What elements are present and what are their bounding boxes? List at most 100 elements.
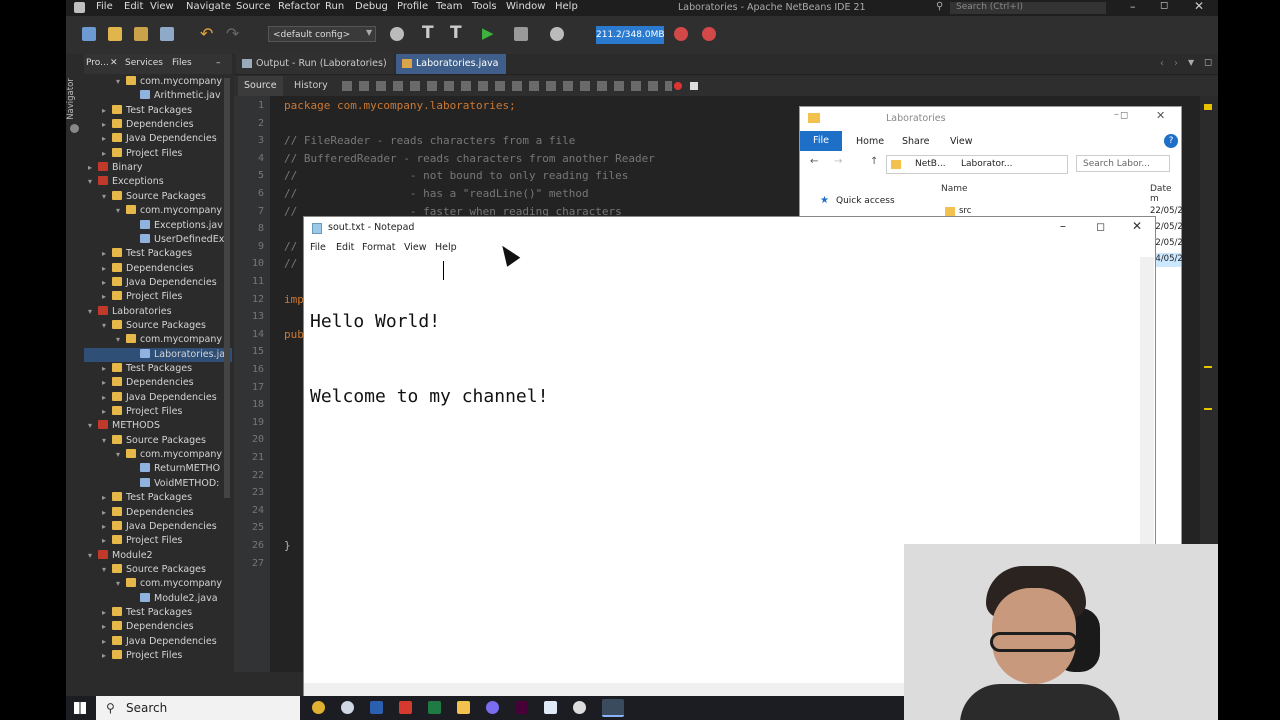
tree-item[interactable]: ▸ Test Packages <box>102 362 192 376</box>
expand-toggle-icon[interactable]: ▸ <box>102 104 112 118</box>
save-all-icon[interactable] <box>160 27 174 41</box>
menu-source[interactable]: Source <box>236 1 270 12</box>
up-arrow-icon[interactable]: ↑ <box>870 156 878 167</box>
navigator-icon[interactable] <box>70 124 79 133</box>
obs-icon[interactable] <box>573 701 586 714</box>
tree-scrollbar[interactable] <box>224 78 230 498</box>
clean-build-icon[interactable]: T <box>450 23 462 43</box>
notepad-menu-edit[interactable]: Edit <box>336 242 354 253</box>
tree-item[interactable]: ▾ Source Packages <box>102 563 206 577</box>
tree-item[interactable]: ▸ Project Files <box>102 290 182 304</box>
tree-item[interactable]: ReturnMETHO <box>130 462 220 476</box>
gc-icon-2[interactable] <box>702 27 716 41</box>
expand-toggle-icon[interactable]: ▸ <box>102 635 112 649</box>
tree-item[interactable]: ▸ Test Packages <box>102 247 192 261</box>
tree-item[interactable]: ▸ Test Packages <box>102 491 192 505</box>
expand-toggle-icon[interactable]: ▾ <box>116 333 126 347</box>
tree-item[interactable]: UserDefinedEx <box>130 233 224 247</box>
gc-icon[interactable] <box>674 27 688 41</box>
new-file-icon[interactable] <box>82 27 96 41</box>
expand-toggle-icon[interactable]: ▾ <box>102 434 112 448</box>
tree-item[interactable]: ▸ Dependencies <box>102 262 194 276</box>
notepad-taskbar-icon[interactable] <box>602 699 624 717</box>
notepad-menu-help[interactable]: Help <box>435 242 457 253</box>
tree-item[interactable]: ▸ Project Files <box>102 147 182 161</box>
tree-item[interactable]: ▾ com.mycompany <box>116 75 222 89</box>
tree-item[interactable]: ▸ Dependencies <box>102 620 194 634</box>
menu-profile[interactable]: Profile <box>397 1 428 12</box>
expand-toggle-icon[interactable]: ▸ <box>102 290 112 304</box>
ide-search-input[interactable]: Search (Ctrl+I) <box>950 2 1106 14</box>
memory-indicator[interactable]: 211.2/348.0MB <box>596 26 665 44</box>
tree-item[interactable]: Module2.java <box>130 592 218 606</box>
tab-scroll-right-icon[interactable]: › <box>1174 58 1178 69</box>
expand-toggle-icon[interactable]: ▸ <box>102 391 112 405</box>
ribbon-file-tab[interactable]: File <box>800 131 842 151</box>
expand-toggle-icon[interactable]: ▸ <box>102 247 112 261</box>
ribbon-share-tab[interactable]: Share <box>902 136 929 147</box>
menu-view[interactable]: View <box>150 1 174 12</box>
explorer-close-button[interactable]: ✕ <box>1156 109 1165 122</box>
expand-toggle-icon[interactable]: ▾ <box>116 204 126 218</box>
menu-tools[interactable]: Tools <box>472 1 497 12</box>
notepad-minimize-button[interactable]: – <box>1060 219 1066 233</box>
tree-item[interactable]: ▾ com.mycompany <box>116 448 222 462</box>
minimize-panel-icon[interactable]: – <box>216 58 221 68</box>
ribbon-view-tab[interactable]: View <box>950 136 973 147</box>
tree-item[interactable]: ▸ Project Files <box>102 534 182 548</box>
maximize-editor-icon[interactable]: ◻ <box>1204 57 1212 68</box>
tab-projects-close-icon[interactable]: ✕ <box>110 58 118 68</box>
maximize-button[interactable]: ◻ <box>1160 0 1168 11</box>
tree-item[interactable]: ▾ Source Packages <box>102 434 206 448</box>
menu-file[interactable]: File <box>96 1 113 12</box>
tree-item[interactable]: ▾ Exceptions <box>88 175 164 189</box>
tree-item[interactable]: ▾ com.mycompany <box>116 577 222 591</box>
debug-icon[interactable] <box>514 27 528 41</box>
messenger-icon[interactable] <box>486 701 499 714</box>
menu-window[interactable]: Window <box>506 1 545 12</box>
tab-output[interactable]: Output - Run (Laboratories) ✕ <box>236 54 394 89</box>
new-project-icon[interactable] <box>108 27 122 41</box>
notepad-close-button[interactable]: ✕ <box>1132 219 1142 233</box>
expand-toggle-icon[interactable]: ▾ <box>116 577 126 591</box>
tree-item[interactable]: Arithmetic.jav <box>130 89 221 103</box>
close-button[interactable]: ✕ <box>1194 0 1204 13</box>
tab-projects[interactable]: Pro... <box>86 58 109 68</box>
expand-toggle-icon[interactable]: ▸ <box>102 534 112 548</box>
notepad-menu-format[interactable]: Format <box>362 242 395 253</box>
open-project-icon[interactable] <box>134 27 148 41</box>
tree-item[interactable]: ▸ Java Dependencies <box>102 276 217 290</box>
notepad-maximize-button[interactable]: ◻ <box>1096 220 1105 233</box>
taskbar-search[interactable]: ⚲ Search <box>96 696 300 720</box>
word-icon[interactable] <box>370 701 383 714</box>
undo-icon[interactable]: ↶ <box>200 24 213 43</box>
editor-tool-icons[interactable] <box>342 81 672 91</box>
expand-toggle-icon[interactable]: ▸ <box>102 376 112 390</box>
tree-item[interactable]: ▸ Binary <box>88 161 143 175</box>
tree-item[interactable]: ▾ com.mycompany <box>116 333 222 347</box>
expand-toggle-icon[interactable]: ▸ <box>102 405 112 419</box>
menu-debug[interactable]: Debug <box>355 1 388 12</box>
tree-item[interactable]: ▾ Module2 <box>88 549 153 563</box>
menu-refactor[interactable]: Refactor <box>278 1 320 12</box>
notepad-text-area[interactable]: Hello World! Welcome to my channel! <box>310 259 548 459</box>
notepad-menu-view[interactable]: View <box>404 242 427 253</box>
expand-toggle-icon[interactable]: ▸ <box>88 161 98 175</box>
expand-toggle-icon[interactable]: ▾ <box>88 175 98 189</box>
menu-run[interactable]: Run <box>325 1 344 12</box>
column-header-date[interactable]: Date m <box>1150 184 1181 204</box>
tree-item[interactable]: ▾ Source Packages <box>102 319 206 333</box>
redo-icon[interactable]: ↷ <box>226 24 239 43</box>
tab-services[interactable]: Services <box>125 58 163 68</box>
run-icon[interactable]: ▶ <box>482 24 494 42</box>
tree-item[interactable]: ▾ METHODS <box>88 419 160 433</box>
tree-item[interactable]: Laboratories.ja <box>84 347 232 362</box>
steam-icon[interactable] <box>341 701 354 714</box>
expand-toggle-icon[interactable]: ▸ <box>102 491 112 505</box>
chrome-icon[interactable] <box>312 701 325 714</box>
windows-start-icon[interactable] <box>74 702 86 714</box>
tree-item[interactable]: ▸ Java Dependencies <box>102 132 217 146</box>
expand-toggle-icon[interactable]: ▸ <box>102 118 112 132</box>
tree-item[interactable]: ▾ com.mycompany <box>116 204 222 218</box>
tree-item[interactable]: ▸ Java Dependencies <box>102 635 217 649</box>
